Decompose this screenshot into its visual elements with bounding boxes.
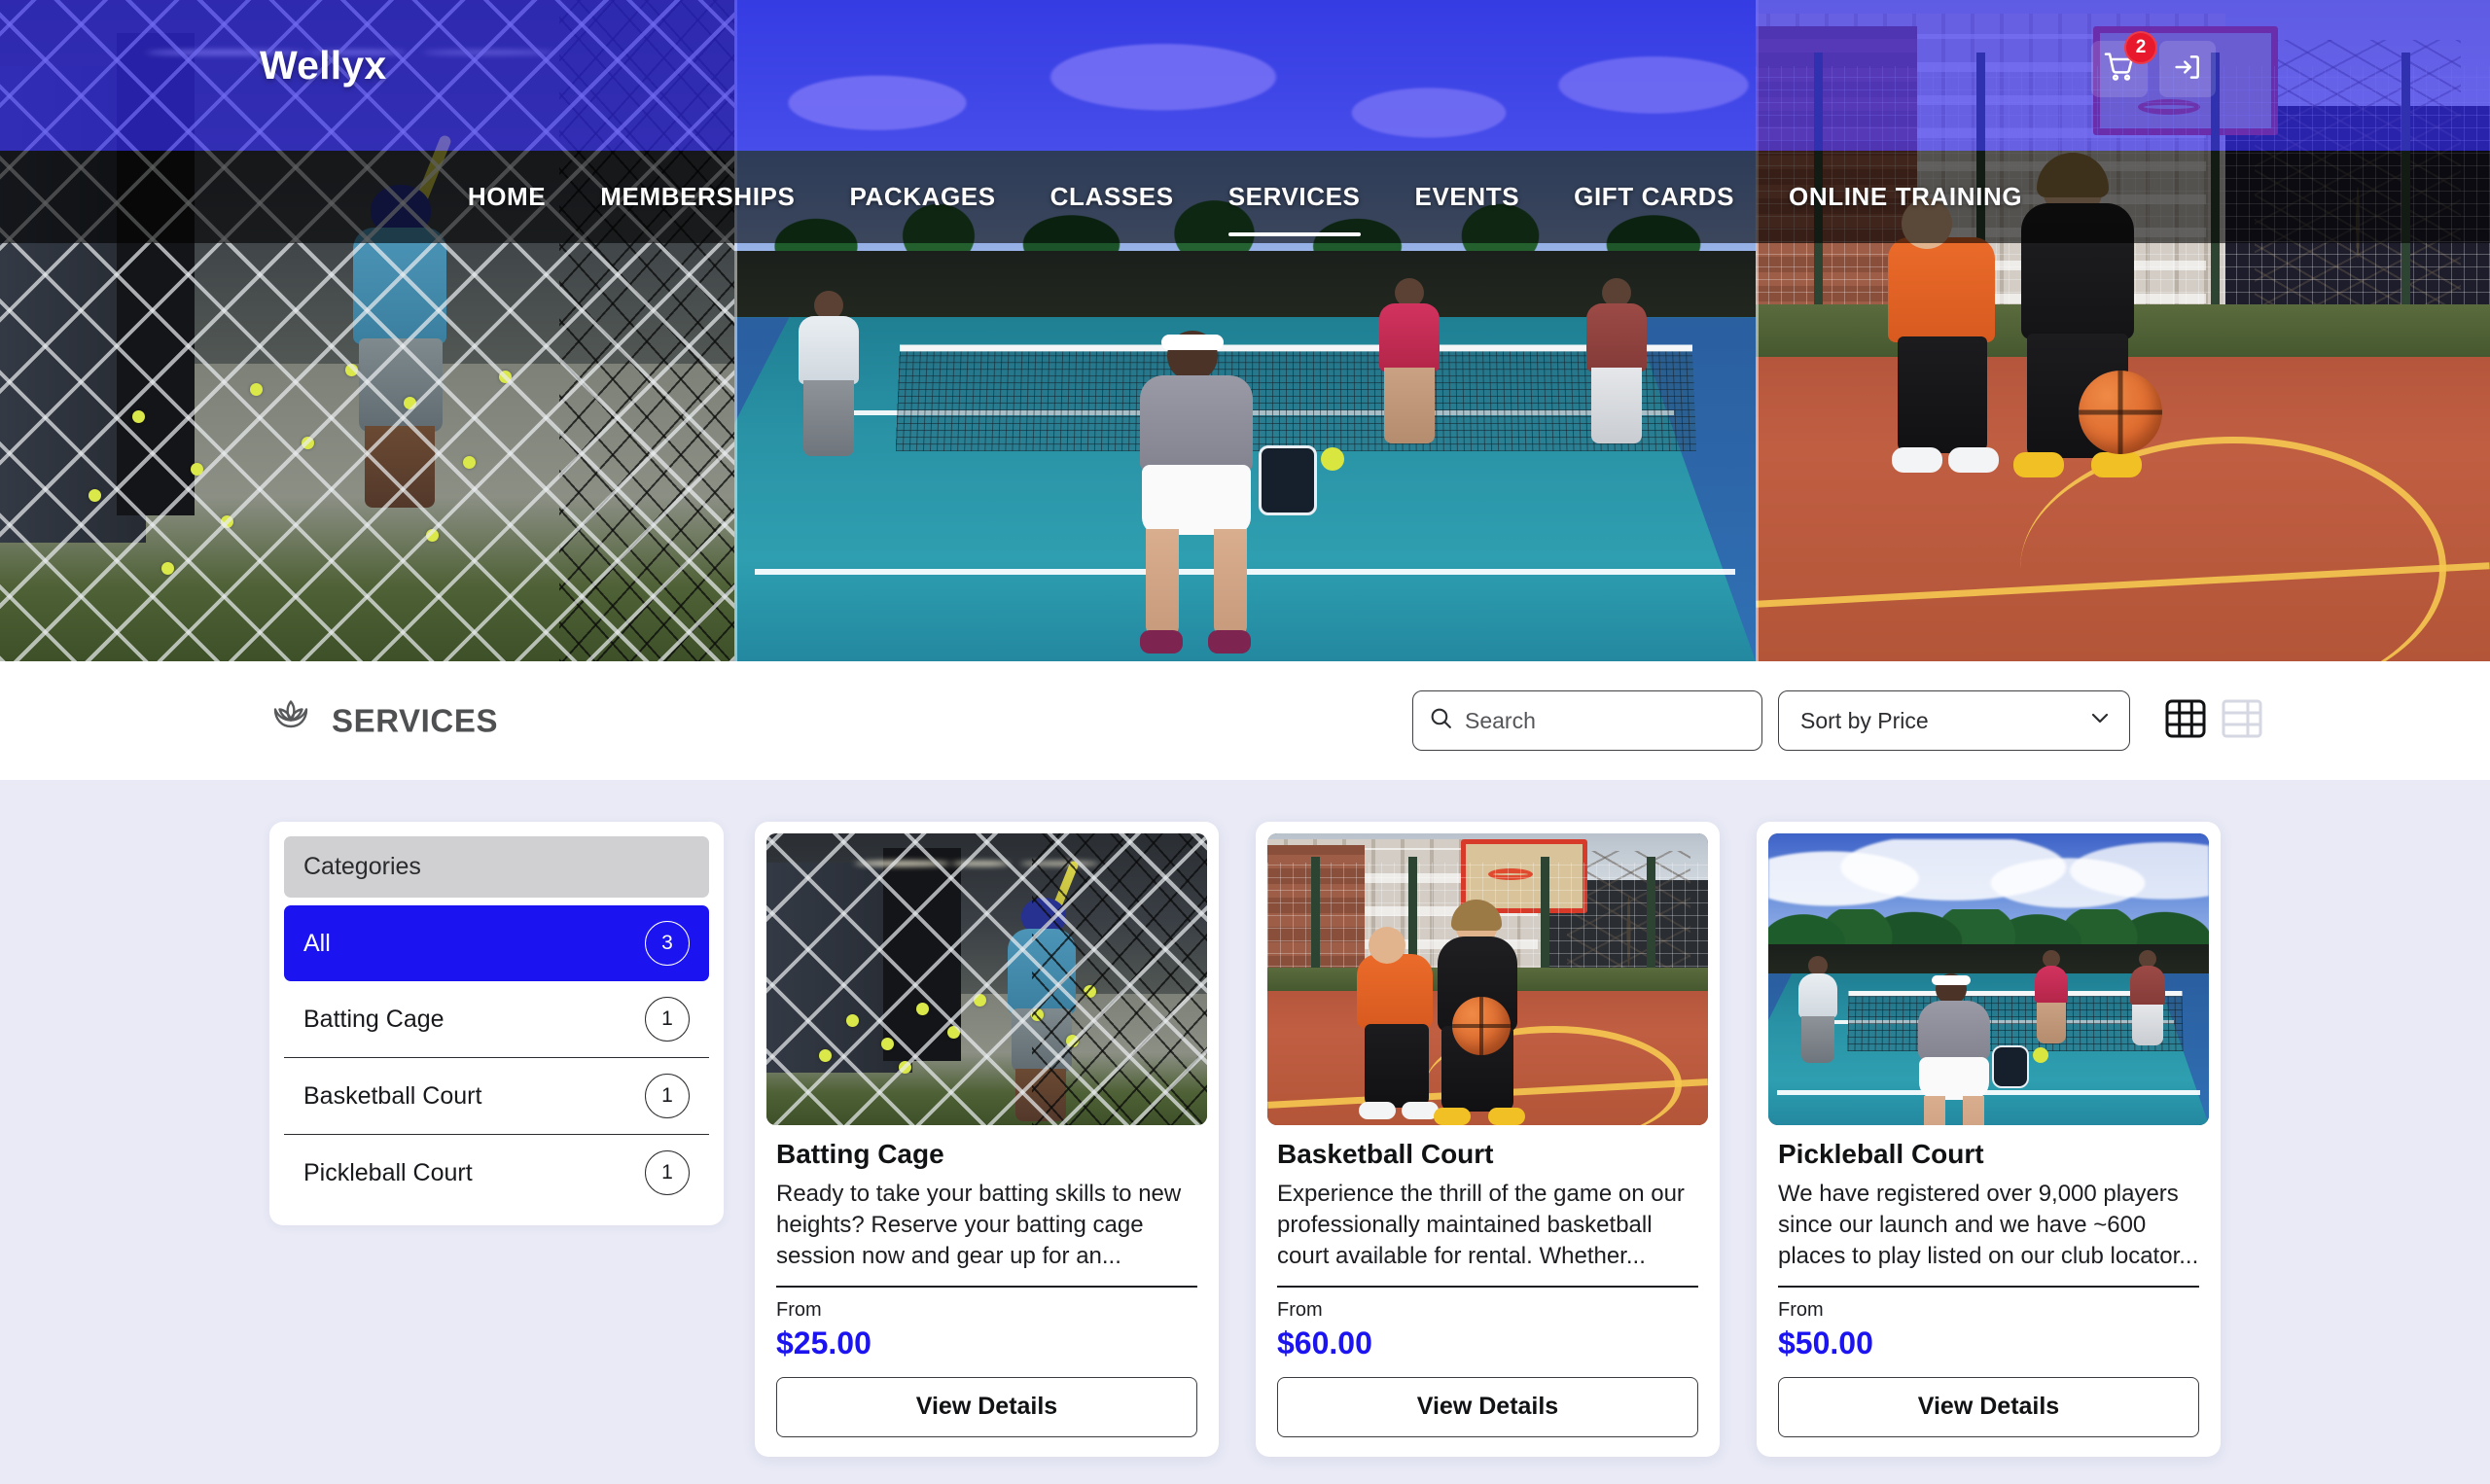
category-count: 1 — [645, 997, 690, 1042]
grid-icon — [2165, 699, 2206, 743]
cart-count-badge: 2 — [2124, 31, 2157, 64]
category-item-pickleball-court[interactable]: Pickleball Court 1 — [284, 1135, 709, 1211]
services-content: Categories All 3 Batting Cage 1 Basketba… — [0, 780, 2490, 1484]
service-card-title: Pickleball Court — [1778, 1139, 2199, 1170]
nav-item-online-training[interactable]: ONLINE TRAINING — [1761, 182, 2049, 212]
price-from-label: From — [1277, 1299, 1698, 1322]
lotus-icon — [267, 698, 314, 744]
main-navigation: HOME MEMBERSHIPS PACKAGES CLASSES SERVIC… — [0, 151, 2490, 243]
sort-select-value: Sort by Price — [1800, 708, 1929, 734]
list-view-toggle[interactable] — [2220, 698, 2264, 743]
sort-by-price-select[interactable]: Sort by Price — [1778, 690, 2130, 751]
cart-button[interactable]: 2 — [2091, 41, 2148, 97]
search-input[interactable] — [1465, 708, 1746, 734]
nav-item-packages[interactable]: PACKAGES — [822, 182, 1022, 212]
service-card-description: Experience the thrill of the game on our… — [1277, 1179, 1698, 1288]
service-card-description: We have registered over 9,000 players si… — [1778, 1179, 2199, 1288]
search-box[interactable] — [1412, 690, 1762, 751]
page-title-group: SERVICES — [267, 698, 498, 744]
category-item-all[interactable]: All 3 — [284, 905, 709, 981]
service-card-image-basketball-court — [1267, 833, 1708, 1125]
grid-view-toggle[interactable] — [2163, 698, 2208, 743]
toolbar-controls: Sort by Price — [1412, 690, 2264, 751]
service-card[interactable]: Batting Cage Ready to take your batting … — [755, 822, 1219, 1457]
chevron-down-icon — [2088, 706, 2112, 735]
sign-in-icon — [2172, 52, 2203, 88]
service-card[interactable]: Basketball Court Experience the thrill o… — [1256, 822, 1720, 1457]
table-list-icon — [2222, 699, 2262, 743]
services-toolbar: SERVICES Sort by Price — [0, 661, 2490, 780]
category-item-batting-cage[interactable]: Batting Cage 1 — [284, 981, 709, 1058]
header-actions: 2 — [2091, 41, 2216, 97]
nav-item-memberships[interactable]: MEMBERSHIPS — [573, 182, 822, 212]
brand-logo[interactable]: Wellyx — [260, 43, 386, 88]
category-label: Batting Cage — [303, 1006, 445, 1034]
search-icon — [1429, 706, 1453, 735]
view-details-button[interactable]: View Details — [776, 1377, 1197, 1437]
price-from-label: From — [776, 1299, 1197, 1322]
service-card-title: Batting Cage — [776, 1139, 1197, 1170]
nav-item-classes[interactable]: CLASSES — [1023, 182, 1201, 212]
nav-item-services[interactable]: SERVICES — [1201, 182, 1388, 212]
service-card-description: Ready to take your batting skills to new… — [776, 1179, 1197, 1288]
view-toggle-group — [2163, 698, 2264, 743]
service-card-price: $60.00 — [1277, 1325, 1698, 1361]
service-card-image-batting-cage — [766, 833, 1207, 1125]
service-card[interactable]: Pickleball Court We have registered over… — [1757, 822, 2221, 1457]
service-card-price: $50.00 — [1778, 1325, 2199, 1361]
nav-item-gift-cards[interactable]: GIFT CARDS — [1547, 182, 1761, 212]
hero-banner: Wellyx 2 HOME MEMBERSHIPS PACKAGES CLASS… — [0, 0, 2490, 661]
categories-heading: Categories — [284, 836, 709, 898]
page-title: SERVICES — [332, 702, 498, 739]
view-details-button[interactable]: View Details — [1277, 1377, 1698, 1437]
category-label: Basketball Court — [303, 1082, 481, 1111]
service-card-title: Basketball Court — [1277, 1139, 1698, 1170]
categories-panel: Categories All 3 Batting Cage 1 Basketba… — [269, 822, 724, 1225]
price-from-label: From — [1778, 1299, 2199, 1322]
category-count: 1 — [645, 1074, 690, 1118]
category-count: 3 — [645, 921, 690, 966]
service-card-grid: Batting Cage Ready to take your batting … — [755, 822, 2221, 1457]
nav-item-home[interactable]: HOME — [441, 182, 573, 212]
service-card-image-pickleball-court — [1768, 833, 2209, 1125]
category-count: 1 — [645, 1150, 690, 1195]
service-card-price: $25.00 — [776, 1325, 1197, 1361]
login-button[interactable] — [2159, 41, 2216, 97]
category-item-basketball-court[interactable]: Basketball Court 1 — [284, 1058, 709, 1135]
nav-item-events[interactable]: EVENTS — [1388, 182, 1547, 212]
view-details-button[interactable]: View Details — [1778, 1377, 2199, 1437]
category-label: Pickleball Court — [303, 1159, 473, 1187]
category-label: All — [303, 930, 331, 958]
